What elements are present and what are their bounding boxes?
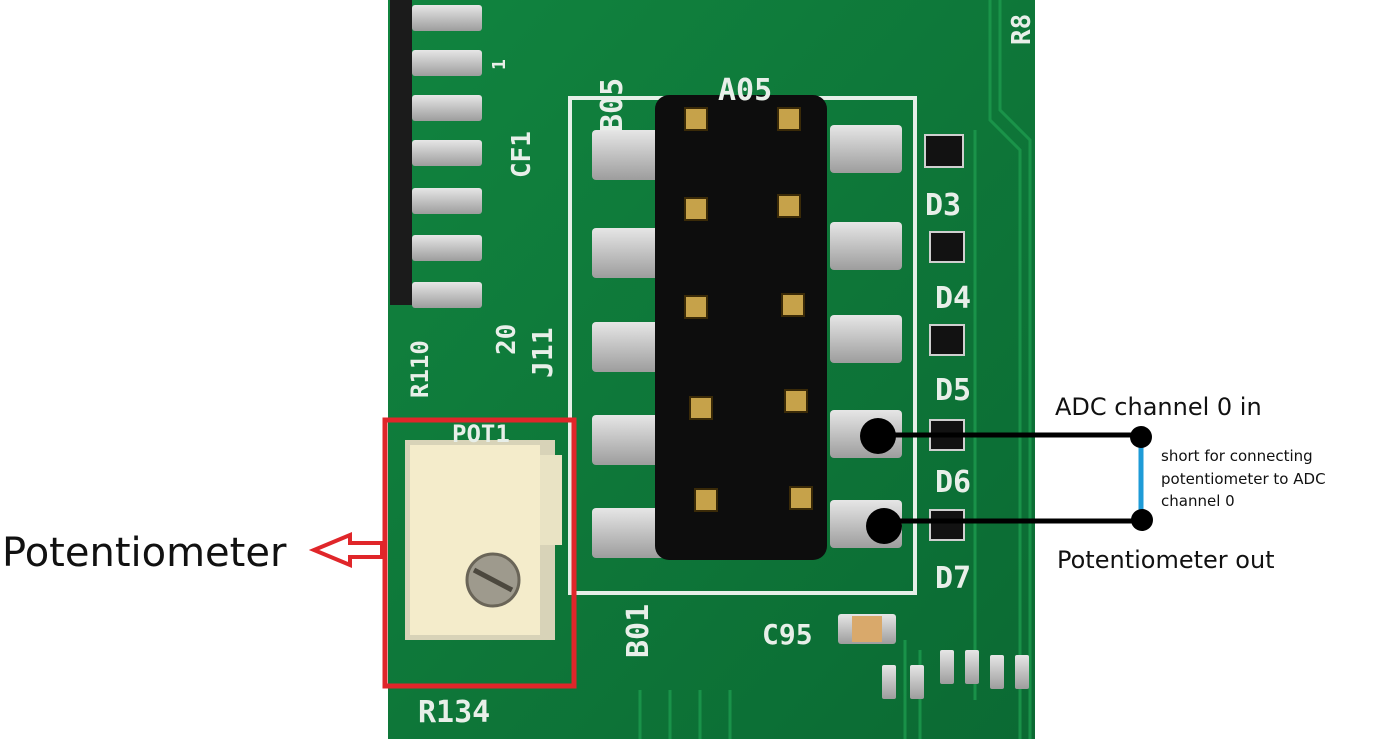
silk-b05: B05 (595, 78, 630, 132)
silk-r8: R8 (1007, 14, 1037, 45)
silk-c95: C95 (762, 618, 813, 651)
silk-cf1: CF1 (507, 131, 537, 178)
pot-out-label: Potentiometer out (1057, 546, 1275, 574)
adc-in-pin-dot (860, 418, 896, 454)
short-note-line-3: channel 0 (1161, 492, 1235, 510)
silk-d4: D4 (935, 281, 971, 316)
adc-in-end-dot (1130, 426, 1152, 448)
annotated-board-diagram: B05 A05 B01 CF1 J11 20 1 R110 POT1 R134 … (2, 0, 1326, 739)
potentiometer-label: Potentiometer (2, 530, 287, 576)
potentiometer-component (405, 440, 562, 640)
silk-j11: J11 (526, 327, 559, 378)
silk-d6: D6 (935, 465, 971, 500)
pot-out-pin-dot (866, 508, 902, 544)
adc-in-label: ADC channel 0 in (1055, 393, 1262, 421)
silk-20: 20 (492, 324, 522, 355)
silk-b01: B01 (621, 604, 656, 658)
silk-d3: D3 (925, 188, 961, 223)
pot-out-end-dot (1131, 509, 1153, 531)
silk-pot1: POT1 (452, 420, 510, 448)
silk-r110: R110 (406, 340, 434, 398)
short-note-line-1: short for connecting (1161, 447, 1313, 465)
pcb-photo: B05 A05 B01 CF1 J11 20 1 R110 POT1 R134 … (388, 0, 1037, 739)
silk-d5: D5 (935, 373, 971, 408)
silk-a05: A05 (718, 73, 772, 108)
silk-1: 1 (489, 59, 510, 70)
short-note-line-2: potentiometer to ADC (1161, 470, 1326, 488)
potentiometer-arrow (308, 532, 384, 568)
silk-r134: R134 (418, 695, 490, 730)
c95-body (852, 616, 882, 642)
silk-d7: D7 (935, 561, 971, 596)
